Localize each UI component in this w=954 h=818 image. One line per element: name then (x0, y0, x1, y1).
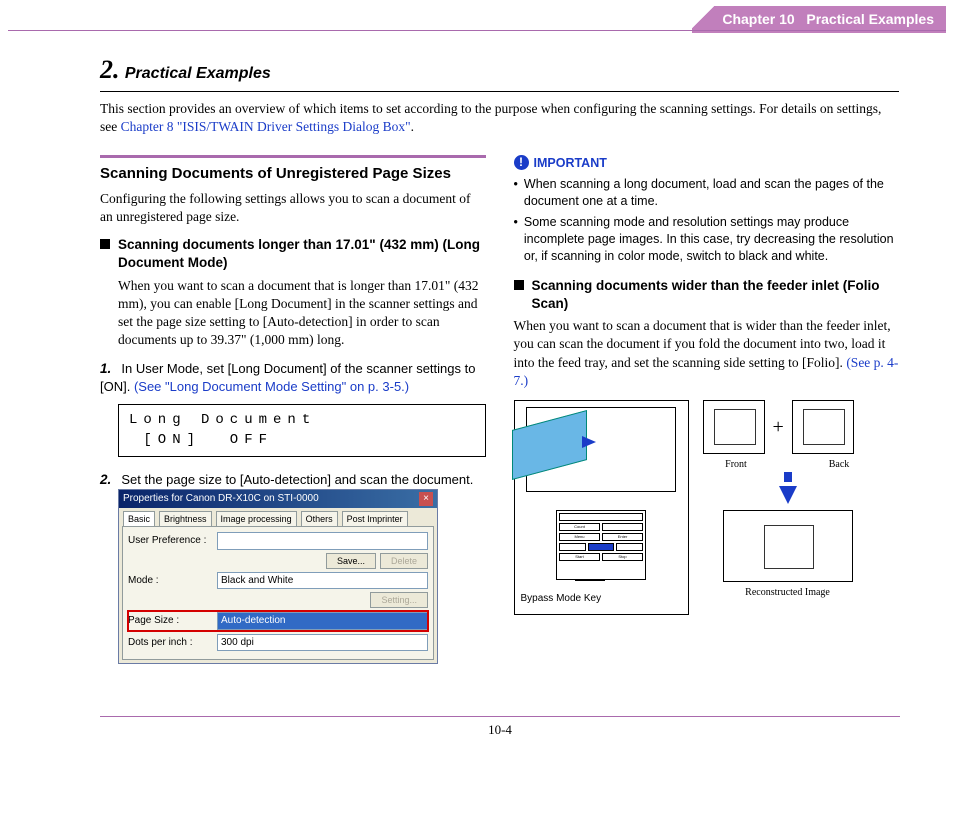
reconstructed-label: Reconstructed Image (703, 586, 873, 600)
dpi-label: Dots per inch : (128, 636, 213, 650)
front-label: Front (703, 458, 770, 472)
setting-button[interactable]: Setting... (370, 592, 428, 608)
down-arrow-icon (784, 472, 792, 482)
section-heading: 2. Practical Examples (100, 52, 899, 92)
figure-area: Count MenuEnter StartStop Bypass Mode Ke… (514, 400, 900, 615)
subsection-title: Scanning Documents of Unregistered Page … (100, 164, 486, 184)
properties-dialog: Properties for Canon DR-X10C on STI-0000… (118, 489, 438, 664)
topic-title: Scanning documents wider than the feeder… (532, 277, 900, 313)
step-2: 2. Set the page size to [Auto-detection]… (100, 471, 486, 664)
step-number: 2. (100, 471, 118, 489)
important-icon: ! (514, 155, 529, 170)
subsection-body: Configuring the following settings allow… (100, 190, 486, 226)
intro-paragraph: This section provides an overview of whi… (100, 100, 899, 136)
page-size-select[interactable]: Auto-detection (217, 612, 428, 630)
tab-basic[interactable]: Basic (123, 511, 155, 526)
delete-button[interactable]: Delete (380, 553, 428, 569)
mode-label: Mode : (128, 574, 213, 588)
dialog-title: Properties for Canon DR-X10C on STI-0000 (123, 492, 319, 506)
close-icon[interactable]: × (419, 492, 433, 506)
tab-brightness[interactable]: Brightness (159, 511, 212, 526)
feed-arrow-icon (582, 436, 596, 448)
chapter-header: Chapter 10 Practical Examples (692, 6, 946, 33)
important-heading: ! IMPORTANT (514, 155, 900, 172)
scanner-body-icon (526, 407, 676, 492)
tab-post-imprinter[interactable]: Post Imprinter (342, 511, 408, 526)
save-button[interactable]: Save... (326, 553, 376, 569)
topic-body: When you want to scan a document that is… (514, 317, 900, 390)
topic-body: When you want to scan a document that is… (118, 277, 486, 350)
intro-after: . (411, 119, 414, 134)
lcd-display: Long Document [ON] OFF (118, 404, 486, 457)
footer: 10-4 (100, 716, 900, 739)
important-list: When scanning a long document, load and … (514, 176, 900, 264)
topic-title: Scanning documents longer than 17.01" (4… (118, 236, 486, 272)
step-text: In User Mode, set [Long Document] of the… (100, 361, 475, 394)
dialog-titlebar: Properties for Canon DR-X10C on STI-0000… (119, 490, 437, 508)
intro-link[interactable]: Chapter 8 "ISIS/TWAIN Driver Settings Di… (121, 119, 411, 134)
topic-heading-folio: Scanning documents wider than the feeder… (514, 277, 900, 313)
right-column: ! IMPORTANT When scanning a long documen… (514, 155, 900, 675)
page-number: 10-4 (488, 722, 512, 737)
tab-others[interactable]: Others (301, 511, 338, 526)
section-number: 2. (100, 55, 120, 84)
page-size-row-highlighted: Page Size : Auto-detection (128, 611, 428, 631)
back-label: Back (806, 458, 873, 472)
bypass-callout: Bypass Mode Key (521, 593, 602, 604)
reconstructed-image-icon (723, 510, 853, 582)
step-1: 1. In User Mode, set [Long Document] of … (100, 360, 486, 458)
tab-image-processing[interactable]: Image processing (216, 511, 297, 526)
square-bullet-icon (100, 239, 110, 249)
chapter-title: Practical Examples (806, 11, 934, 27)
step-number: 1. (100, 360, 118, 378)
dialog-body: User Preference : Save... Delete Mode : … (122, 526, 434, 660)
control-panel-icon: Count MenuEnter StartStop (556, 510, 646, 580)
dpi-select[interactable]: 300 dpi (217, 634, 428, 652)
page-front-icon (703, 400, 765, 454)
step-text: Set the page size to [Auto-detection] an… (121, 472, 473, 487)
section-title: Practical Examples (125, 65, 271, 82)
folio-composite-figure: + Front Back Reconstructed Image (703, 400, 873, 615)
user-pref-select[interactable] (217, 532, 428, 550)
feed-tray-icon (512, 410, 587, 480)
left-column: Scanning Documents of Unregistered Page … (100, 155, 486, 675)
topic-heading-long-doc: Scanning documents longer than 17.01" (4… (100, 236, 486, 272)
scanner-figure: Count MenuEnter StartStop Bypass Mode Ke… (514, 400, 689, 615)
bypass-key-highlight (588, 543, 615, 551)
chapter-number: Chapter 10 (722, 11, 794, 27)
mode-select[interactable]: Black and White (217, 572, 428, 590)
page-size-label: Page Size : (128, 614, 213, 628)
plus-icon: + (773, 414, 784, 441)
subsection-rule (100, 155, 486, 158)
step-link[interactable]: (See "Long Document Mode Setting" on p. … (134, 379, 409, 394)
callout-line (575, 580, 605, 581)
important-item: Some scanning mode and resolution settin… (524, 214, 899, 265)
page-back-icon (792, 400, 854, 454)
important-label: IMPORTANT (534, 155, 607, 172)
important-item: When scanning a long document, load and … (524, 176, 899, 210)
header-rule (8, 30, 946, 31)
user-pref-label: User Preference : (128, 534, 213, 548)
square-bullet-icon (514, 280, 524, 290)
down-arrow-icon (779, 486, 797, 504)
dialog-tabs: Basic Brightness Image processing Others… (119, 508, 437, 526)
